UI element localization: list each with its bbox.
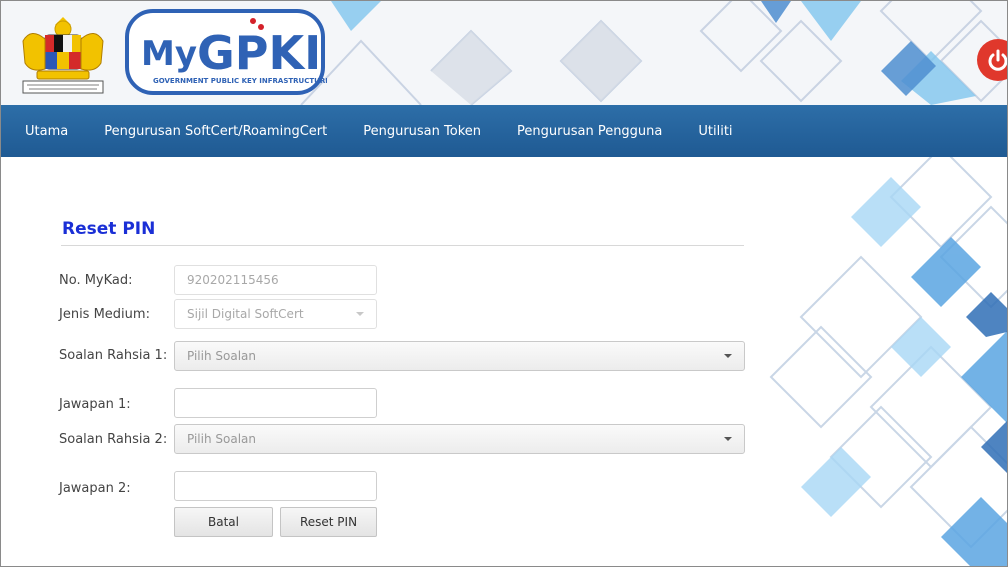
reset-pin-button[interactable]: Reset PIN — [280, 507, 377, 537]
secret-question-1-select[interactable]: Pilih Soalan — [174, 341, 745, 371]
secret-question-2-label: Soalan Rahsia 2: — [59, 432, 168, 447]
mykad-label: No. MyKad: — [59, 273, 133, 288]
mykad-field: 920202115456 — [174, 265, 377, 295]
secret-question-1-value: Pilih Soalan — [187, 349, 256, 363]
nav-utiliti[interactable]: Utiliti — [698, 124, 732, 139]
svg-text:GOVERNMENT PUBLIC KEY INFRASTR: GOVERNMENT PUBLIC KEY INFRASTRUCTURE — [153, 77, 327, 85]
secret-question-1-label: Soalan Rahsia 1: — [59, 348, 168, 363]
power-symbol-icon — [988, 49, 1007, 71]
nav-pengurusan-softcert[interactable]: Pengurusan SoftCert/RoamingCert — [104, 124, 327, 139]
app-window: My GPKI GOVERNMENT PUBLIC KEY INFRASTRUC… — [0, 0, 1008, 567]
title-divider — [61, 245, 744, 246]
medium-value: Sijil Digital SoftCert — [187, 307, 304, 321]
medium-select: Sijil Digital SoftCert — [174, 299, 377, 329]
mykad-value: 920202115456 — [187, 273, 279, 287]
secret-question-2-value: Pilih Soalan — [187, 432, 256, 446]
secret-question-2-select[interactable]: Pilih Soalan — [174, 424, 745, 454]
chevron-down-icon — [356, 312, 364, 316]
background-decoration — [769, 157, 1007, 566]
nav-utama[interactable]: Utama — [25, 124, 68, 139]
cancel-button[interactable]: Batal — [174, 507, 273, 537]
page-title: Reset PIN — [62, 219, 156, 239]
main-navbar: Utama Pengurusan SoftCert/RoamingCert Pe… — [1, 105, 1007, 157]
chevron-down-icon — [724, 354, 732, 358]
nav-pengurusan-pengguna[interactable]: Pengurusan Pengguna — [517, 124, 662, 139]
answer-1-label: Jawapan 1: — [59, 397, 131, 412]
coat-of-arms-logo — [22, 17, 104, 94]
medium-label: Jenis Medium: — [59, 307, 150, 322]
chevron-down-icon — [724, 437, 732, 441]
answer-2-input[interactable] — [174, 471, 377, 501]
nav-pengurusan-token[interactable]: Pengurusan Token — [363, 124, 481, 139]
answer-2-label: Jawapan 2: — [59, 481, 131, 496]
answer-1-input[interactable] — [174, 388, 377, 418]
svg-text:GPKI: GPKI — [197, 26, 321, 80]
mygpki-logo: My GPKI GOVERNMENT PUBLIC KEY INFRASTRUC… — [125, 9, 327, 95]
header-banner: My GPKI GOVERNMENT PUBLIC KEY INFRASTRUC… — [1, 1, 1007, 105]
svg-text:My: My — [141, 34, 197, 74]
